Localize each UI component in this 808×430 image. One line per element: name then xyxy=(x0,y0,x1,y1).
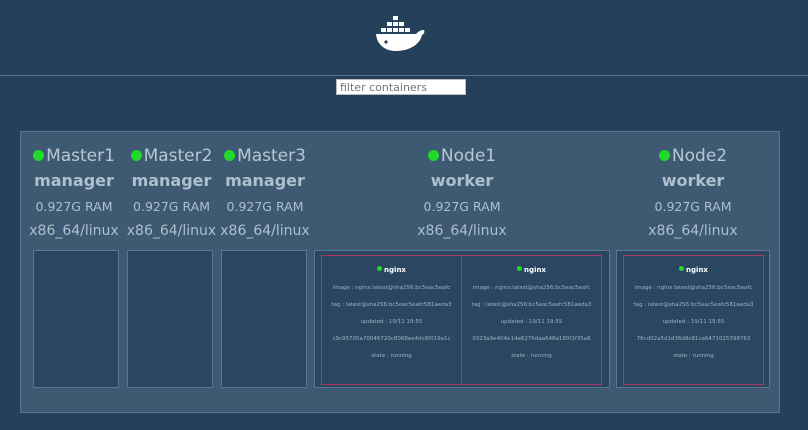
node-role: manager xyxy=(34,171,114,190)
node-name: Master1 xyxy=(24,146,124,166)
container-image: image : nginx:latest@sha256:bc5eac5eafc xyxy=(634,285,753,291)
container-name: nginx xyxy=(462,266,601,275)
node-os: x86_64/linux xyxy=(648,223,738,239)
swarm-panel: Master1 manager 0.927G RAM x86_64/linux … xyxy=(20,131,780,413)
container-id: 76cd02a5d1d36d8c81ca6471025398763 xyxy=(636,336,751,342)
node-os: x86_64/linux xyxy=(29,223,119,239)
node-slot-master1 xyxy=(33,250,119,388)
container-id: c9c95705a70046720c8068ee4dc8f019e1c xyxy=(332,336,451,342)
node-ram: 0.927G RAM xyxy=(226,199,304,214)
container-id: 0323a9e404e14e6276daa648a180f1f35a8 xyxy=(472,336,591,342)
status-dot xyxy=(679,266,685,271)
node-os: x86_64/linux xyxy=(126,223,217,239)
node-ram: 0.927G RAM xyxy=(133,199,210,214)
header-bar xyxy=(0,0,808,76)
node-name: Node2 xyxy=(616,146,770,166)
node-ram: 0.927G RAM xyxy=(35,199,113,214)
status-dot xyxy=(224,150,236,161)
status-dot xyxy=(33,150,45,161)
container-state: state : running xyxy=(511,353,552,359)
status-dot xyxy=(377,266,383,271)
container-card[interactable]: nginx image : nginx:latest@sha256:bc5eac… xyxy=(321,255,462,385)
node-slot-node1: nginx image : nginx:latest@sha256:bc5eac… xyxy=(314,250,610,388)
status-dot xyxy=(658,150,670,161)
node-os: x86_64/linux xyxy=(417,223,507,239)
node-role: worker xyxy=(430,171,494,190)
container-tag: tag : latest@sha256:bc5eac5eafc581aeda3 xyxy=(471,302,592,308)
node-role: manager xyxy=(225,171,305,190)
container-updated: updated : 19/11 19:55 xyxy=(662,319,725,325)
node-name: Master3 xyxy=(218,146,312,166)
container-name: nginx xyxy=(322,266,461,275)
status-dot xyxy=(517,266,523,271)
status-dot xyxy=(130,150,142,161)
node-ram: 0.927G RAM xyxy=(654,199,732,214)
node-header-node2: Node2 worker 0.927G RAM x86_64/linux xyxy=(616,146,770,240)
container-updated: updated : 19/11 19:55 xyxy=(360,319,423,325)
container-image: image : nginx:latest@sha256:bc5eac5eafc xyxy=(332,285,451,291)
node-slot-master2 xyxy=(127,250,213,388)
container-updated: updated : 19/11 19:55 xyxy=(500,319,563,325)
container-card[interactable]: nginx image : nginx:latest@sha256:bc5eac… xyxy=(461,255,602,385)
node-name: Node1 xyxy=(314,146,610,166)
node-header-master3: Master3 manager 0.927G RAM x86_64/linux xyxy=(218,146,312,240)
filter-containers-input[interactable] xyxy=(336,79,466,95)
node-name: Master2 xyxy=(125,146,218,166)
node-ram: 0.927G RAM xyxy=(423,199,501,214)
node-os: x86_64/linux xyxy=(220,223,310,239)
container-name: nginx xyxy=(624,266,763,275)
container-state: state : running xyxy=(371,353,412,359)
container-card[interactable]: nginx image : nginx:latest@sha256:bc5eac… xyxy=(623,255,764,385)
node-role: worker xyxy=(661,171,725,190)
node-role: manager xyxy=(131,171,212,190)
status-dot xyxy=(427,150,439,161)
node-header-master2: Master2 manager 0.927G RAM x86_64/linux xyxy=(125,146,218,240)
container-state: state : running xyxy=(673,353,714,359)
container-image: image : nginx:latest@sha256:bc5eac5eafc xyxy=(472,285,591,291)
node-slot-master3 xyxy=(221,250,307,388)
node-slot-node2: nginx image : nginx:latest@sha256:bc5eac… xyxy=(616,250,770,388)
container-tag: tag : latest@sha256:bc5eac5eafc581aeda3 xyxy=(633,302,754,308)
container-tag: tag : latest@sha256:bc5eac5eafc581aeda3 xyxy=(331,302,452,308)
node-header-master1: Master1 manager 0.927G RAM x86_64/linux xyxy=(24,146,124,240)
node-header-node1: Node1 worker 0.927G RAM x86_64/linux xyxy=(314,146,610,240)
docker-whale-icon xyxy=(376,16,425,51)
